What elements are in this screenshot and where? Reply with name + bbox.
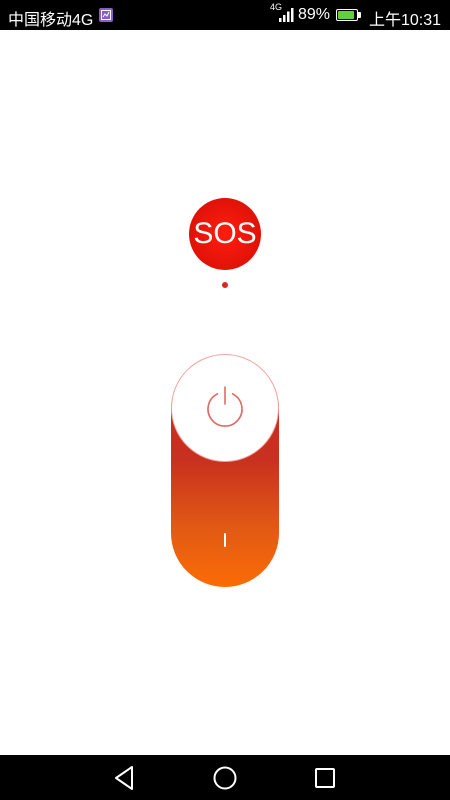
status-bar: 中国移动4G 4G 89% 上午10:31 [0,0,450,30]
page-indicator-dot [222,282,228,288]
recent-apps-icon[interactable] [312,765,338,791]
navigation-bar [0,755,450,800]
back-icon[interactable] [112,765,138,791]
battery-percent: 89% [298,6,331,23]
sos-label: SOS [193,217,257,250]
signal-icon [279,8,295,27]
sos-badge: SOS [189,198,261,270]
sos-slide-switch-knob[interactable] [171,354,279,462]
carrier-label: 中国移动4G [8,12,94,29]
on-indicator-icon [224,533,226,547]
home-icon[interactable] [212,765,238,791]
status-clock: 上午10:31 [369,12,442,29]
battery-level-fill [338,11,354,19]
sos-screen: 中国移动4G 4G 89% 上午10:31 SOS [0,0,450,800]
power-icon [203,384,247,433]
notification-app-icon [99,8,113,22]
battery-icon [336,9,358,21]
battery-tip [358,12,361,18]
